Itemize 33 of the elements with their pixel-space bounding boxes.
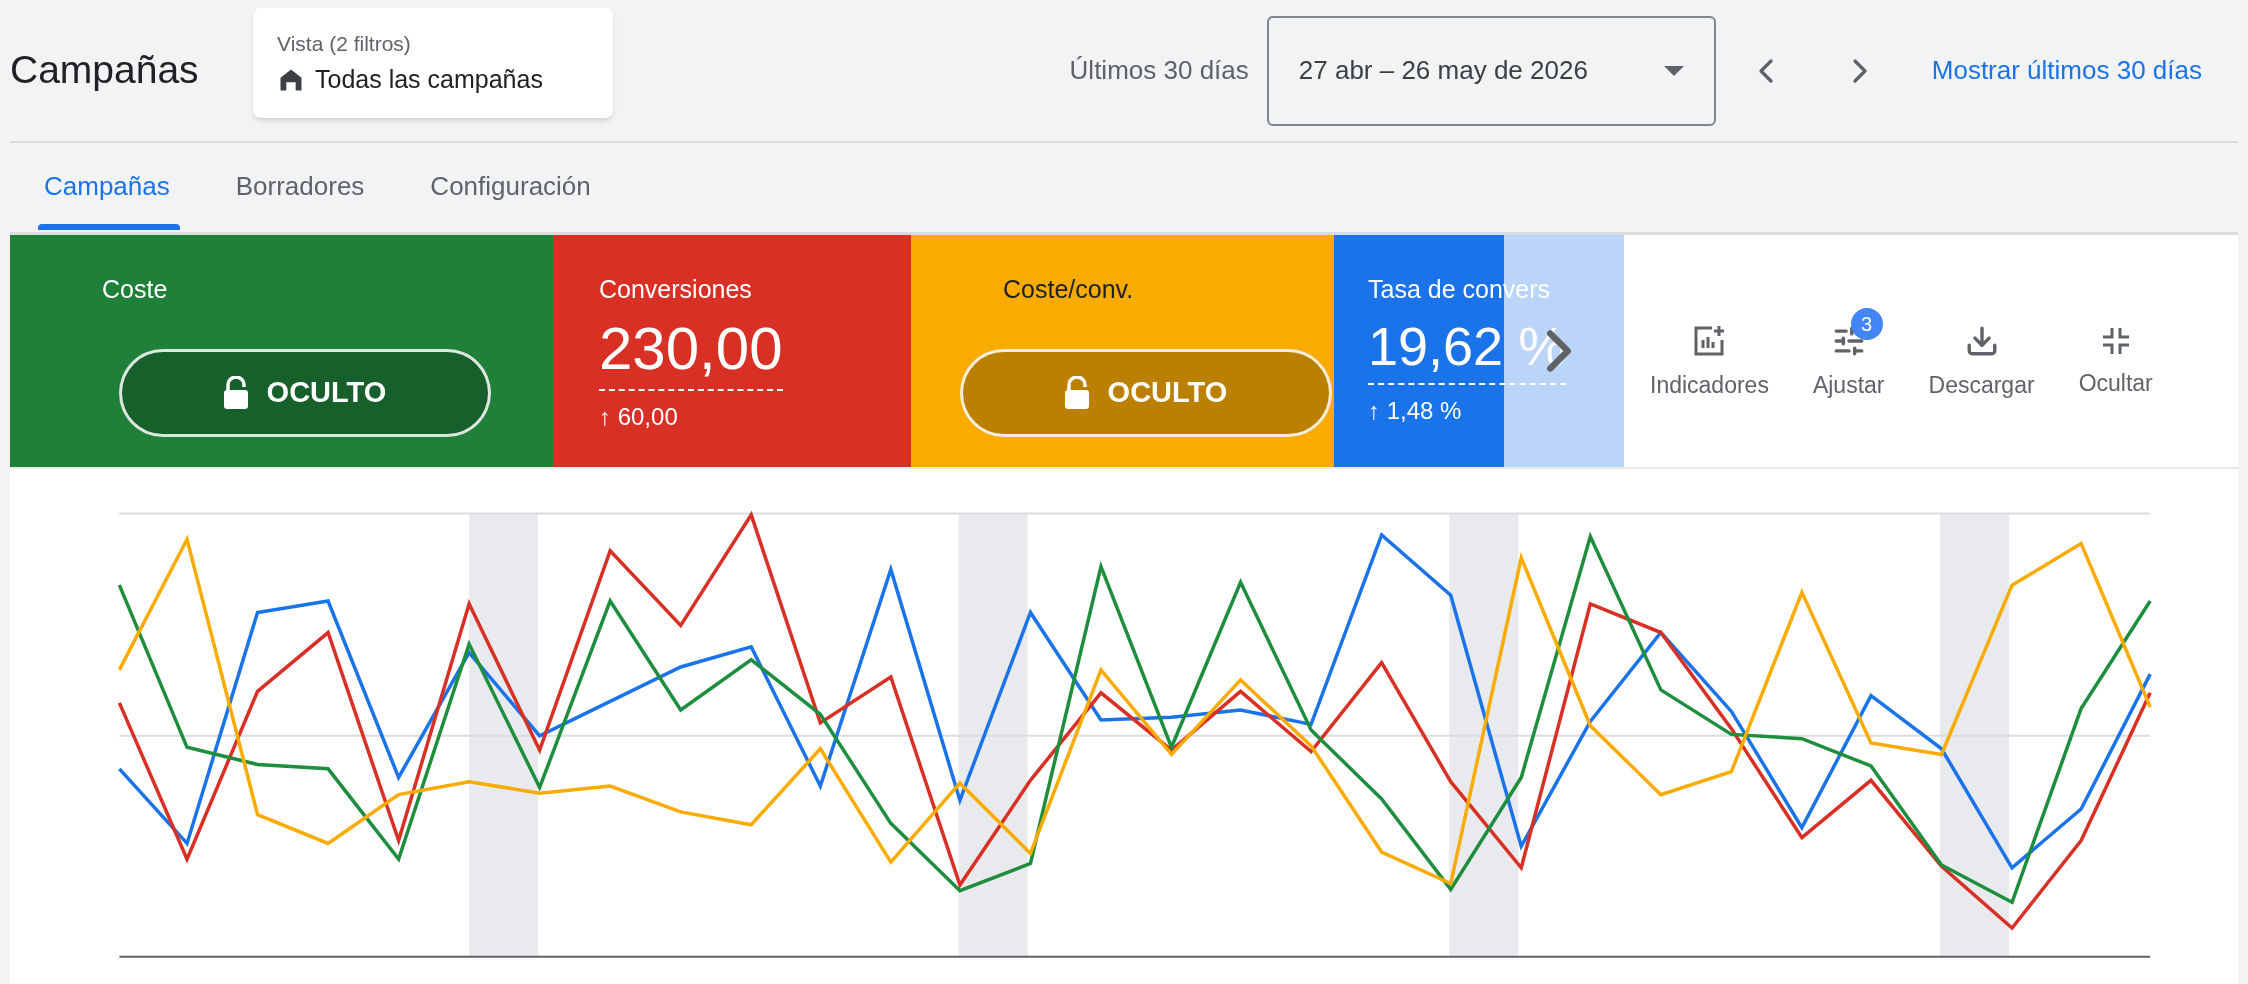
metric-label: Coste/conv. xyxy=(1002,274,1134,305)
metric-label: Coste xyxy=(101,274,168,305)
toolbar-button[interactable]: Descargar xyxy=(1916,307,2047,403)
metric-card[interactable]: Coste OCULTO xyxy=(10,235,553,467)
metric-card[interactable]: Coste/conv. OCULTO xyxy=(911,235,1334,467)
collapse-icon xyxy=(2100,325,2131,356)
count-badge: 3 xyxy=(1850,307,1883,340)
tab[interactable]: Configuración xyxy=(422,143,599,230)
hidden-value-button[interactable]: OCULTO xyxy=(959,348,1332,437)
hidden-value-button[interactable]: OCULTO xyxy=(118,348,491,437)
hidden-value: OCULTO xyxy=(1107,374,1228,410)
metric-value: 230,00 xyxy=(599,318,783,391)
metric-label: Conversiones xyxy=(599,274,753,305)
metric-change: ↑ 1,48 % xyxy=(1368,395,1463,426)
metric-change: ↑ 60,00 xyxy=(599,401,679,432)
view-label: Vista (2 filtros) xyxy=(277,30,412,57)
date-range-label: Últimos 30 días xyxy=(1069,54,1249,88)
date-range-dropdown[interactable]: 27 abr – 26 may de 2026 xyxy=(1266,15,1716,126)
page-title: Campañas xyxy=(10,47,200,94)
toolbar-button[interactable]: Indicadores xyxy=(1638,307,1781,403)
toolbar-button[interactable]: Ocultar xyxy=(2066,309,2165,401)
toolbar-button[interactable]: Ajustar 3 xyxy=(1800,307,1897,403)
view-value: Todas las campañas xyxy=(315,64,543,95)
padlock-icon xyxy=(222,375,249,410)
tab[interactable]: Borradores xyxy=(227,143,373,230)
metric-card[interactable]: Conversiones 230,00 ↑ 60,00 xyxy=(553,235,911,467)
chart-plus-icon xyxy=(1692,323,1727,358)
view-selector[interactable]: Vista (2 filtros) Todas las campañas xyxy=(253,8,613,118)
show-last-30-days-link[interactable]: Mostrar últimos 30 días xyxy=(1931,51,2202,91)
padlock-icon xyxy=(1063,375,1090,410)
tab[interactable]: Campañas xyxy=(36,143,178,230)
hidden-value: OCULTO xyxy=(266,374,387,410)
dropdown-caret-icon xyxy=(1663,65,1684,76)
